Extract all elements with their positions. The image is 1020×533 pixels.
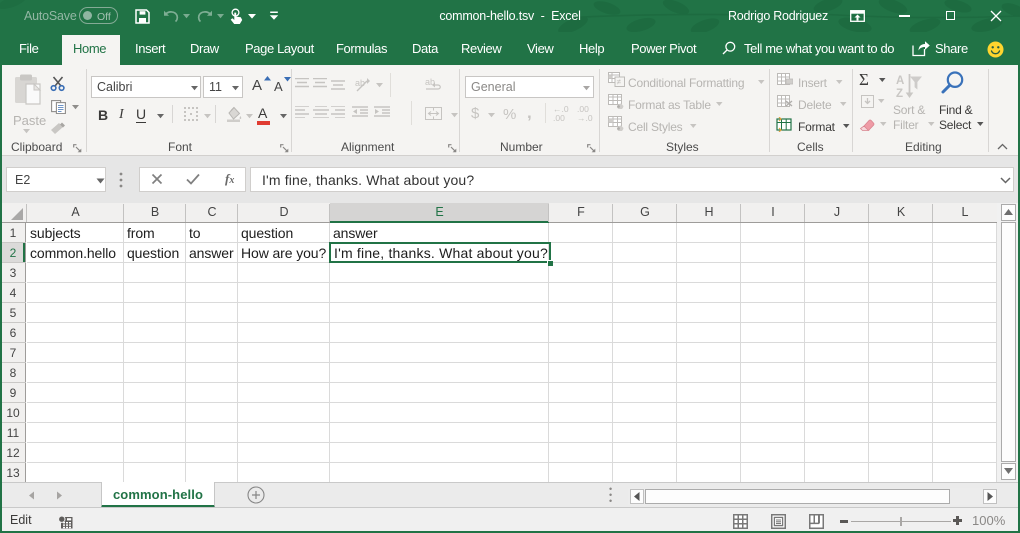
svg-text:≠: ≠ <box>617 78 622 87</box>
svg-text:Z: Z <box>896 88 903 99</box>
svg-text:ab: ab <box>355 78 365 88</box>
svg-text:A: A <box>896 75 904 87</box>
